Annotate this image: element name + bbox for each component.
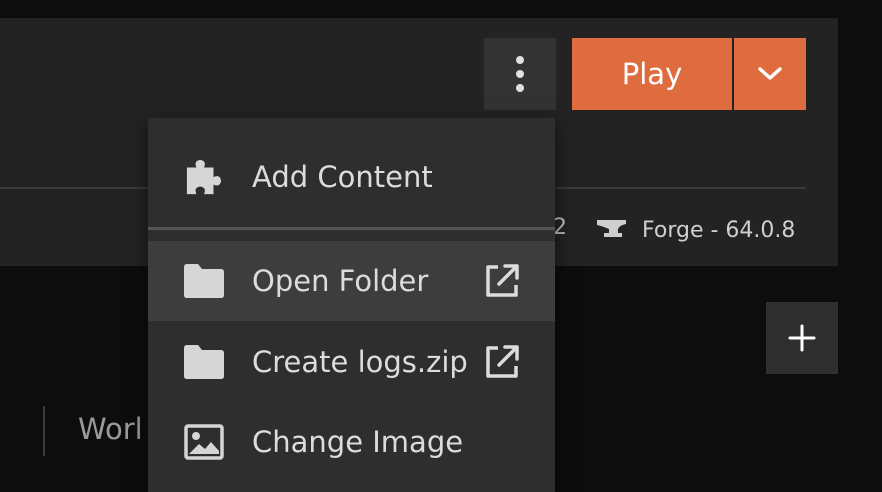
play-options-dropdown[interactable] bbox=[734, 38, 806, 110]
external-link-icon bbox=[486, 264, 519, 297]
chevron-down-icon bbox=[758, 67, 782, 80]
menu-item-label: Create logs.zip bbox=[252, 345, 468, 379]
vertical-ellipsis-icon bbox=[516, 56, 524, 92]
menu-separator bbox=[148, 227, 555, 230]
add-button[interactable] bbox=[766, 302, 838, 374]
menu-item-label: Open Folder bbox=[252, 264, 429, 298]
menu-item-label: Change Image bbox=[252, 425, 464, 459]
menu-item-label: Add Content bbox=[252, 160, 433, 194]
more-options-menu: Add Content Open Folder Create logs.zip bbox=[148, 118, 555, 492]
loader-label: Forge - 64.0.8 bbox=[642, 217, 796, 243]
play-button[interactable]: Play bbox=[572, 38, 732, 110]
game-version-label: 2 bbox=[553, 215, 567, 240]
external-link-icon bbox=[486, 345, 519, 378]
menu-item-create-logs[interactable]: Create logs.zip bbox=[148, 322, 555, 402]
plus-icon bbox=[788, 324, 816, 352]
menu-item-open-folder[interactable]: Open Folder bbox=[148, 241, 555, 321]
image-icon bbox=[182, 422, 226, 462]
tab-worlds[interactable]: Worl bbox=[78, 412, 143, 446]
loader-info: Forge - 64.0.8 bbox=[596, 215, 795, 245]
menu-item-change-image[interactable]: Change Image bbox=[148, 402, 555, 482]
folder-icon bbox=[182, 261, 226, 301]
puzzle-icon bbox=[182, 157, 226, 197]
tab-divider bbox=[43, 406, 45, 456]
anvil-icon bbox=[597, 220, 626, 237]
menu-item-add-content[interactable]: Add Content bbox=[148, 137, 555, 217]
folder-icon bbox=[182, 342, 226, 382]
more-options-button[interactable] bbox=[484, 38, 556, 110]
